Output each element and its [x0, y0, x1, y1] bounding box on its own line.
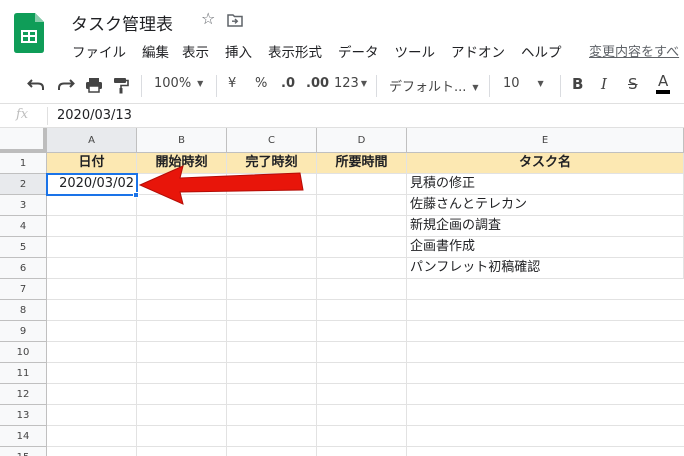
- zoom-select[interactable]: 100% ▼: [154, 76, 203, 91]
- column-header-d[interactable]: D: [317, 128, 407, 153]
- percent-format-button[interactable]: %: [255, 76, 267, 91]
- document-title[interactable]: タスク管理表: [71, 10, 173, 35]
- chevron-down-icon: ▼: [537, 79, 544, 88]
- row-header[interactable]: 4: [0, 216, 47, 237]
- paint-format-icon[interactable]: [113, 77, 129, 94]
- font-size-select[interactable]: 10 ▼: [503, 76, 553, 91]
- column-header-e[interactable]: E: [407, 128, 684, 153]
- font-select[interactable]: デフォルト... ▼: [389, 76, 479, 95]
- formula-input[interactable]: 2020/03/13: [57, 108, 132, 123]
- bold-button[interactable]: B: [572, 75, 583, 93]
- row-header[interactable]: 12: [0, 384, 47, 405]
- menu-data[interactable]: データ: [338, 41, 379, 61]
- increase-decimal-button[interactable]: .00: [306, 76, 329, 91]
- task-cell[interactable]: 佐藤さんとテレカン: [407, 195, 684, 216]
- menu-addons[interactable]: アドオン: [451, 41, 505, 61]
- row-header[interactable]: 10: [0, 342, 47, 363]
- task-cell[interactable]: 企画書作成: [407, 237, 684, 258]
- row-header[interactable]: 14: [0, 426, 47, 447]
- row-header[interactable]: 5: [0, 237, 47, 258]
- row-header[interactable]: 7: [0, 279, 47, 300]
- task-cell[interactable]: 見積の修正: [407, 174, 684, 195]
- zoom-value: 100%: [154, 76, 192, 91]
- column-header-a[interactable]: A: [47, 128, 137, 153]
- row-header[interactable]: 1: [0, 153, 47, 174]
- row-header[interactable]: 15: [0, 447, 47, 456]
- menu-insert[interactable]: 挿入: [225, 41, 252, 61]
- menu-edit[interactable]: 編集: [142, 41, 169, 61]
- fx-icon: fx: [16, 107, 29, 122]
- header-cell-start-time[interactable]: 開始時刻: [137, 153, 227, 174]
- row-header[interactable]: 9: [0, 321, 47, 342]
- chevron-down-icon: ▼: [197, 79, 204, 88]
- cell-a2-active[interactable]: 2020/03/02: [46, 173, 138, 196]
- task-cell[interactable]: パンフレット初稿確認: [407, 258, 684, 279]
- spreadsheet-grid[interactable]: A B C D E 1 2 3 4 5 6 7 8 9 10 11 12 13 …: [0, 128, 684, 456]
- row-header[interactable]: 11: [0, 363, 47, 384]
- toolbar: 100% ▼ ¥ % .0 .00 123 ▼ デフォルト... ▼ 10 ▼ B I …: [0, 66, 684, 104]
- menu-help[interactable]: ヘルプ: [521, 41, 562, 61]
- formula-bar: fx 2020/03/13: [0, 104, 684, 128]
- select-all-corner[interactable]: [0, 128, 47, 153]
- menu-format[interactable]: 表示形式: [268, 41, 322, 61]
- last-edit-link[interactable]: 変更内容をすべ: [589, 41, 679, 60]
- row-header[interactable]: 2: [0, 174, 47, 195]
- menu-view[interactable]: 表示: [182, 41, 209, 61]
- sheets-logo-icon[interactable]: [14, 13, 44, 53]
- chevron-down-icon: ▼: [472, 83, 479, 92]
- menu-bar: ファイル 編集 表示 挿入 表示形式 データ ツール アドオン ヘルプ: [72, 41, 578, 61]
- star-icon[interactable]: ☆: [201, 9, 215, 28]
- header-cell-date[interactable]: 日付: [47, 153, 137, 174]
- font-value: デフォルト...: [389, 80, 467, 95]
- italic-button[interactable]: I: [601, 75, 607, 93]
- font-size-value: 10: [503, 76, 520, 91]
- strikethrough-button[interactable]: S: [628, 75, 638, 93]
- menu-tools[interactable]: ツール: [395, 41, 436, 61]
- header-cell-task-name[interactable]: タスク名: [407, 153, 684, 174]
- more-formats-button[interactable]: 123 ▼: [334, 76, 367, 91]
- header-cell-end-time[interactable]: 完了時刻: [227, 153, 317, 174]
- more-formats-label: 123: [334, 76, 359, 91]
- text-color-button[interactable]: A: [656, 73, 671, 94]
- column-header-c[interactable]: C: [227, 128, 317, 153]
- column-header-b[interactable]: B: [137, 128, 227, 153]
- menu-file[interactable]: ファイル: [72, 41, 126, 61]
- undo-icon[interactable]: [27, 78, 45, 92]
- currency-format-button[interactable]: ¥: [228, 76, 236, 91]
- row-header[interactable]: 8: [0, 300, 47, 321]
- redo-icon[interactable]: [57, 78, 75, 92]
- row-header[interactable]: 13: [0, 405, 47, 426]
- row-header[interactable]: 3: [0, 195, 47, 216]
- fill-handle[interactable]: [133, 192, 139, 198]
- header-cell-duration[interactable]: 所要時間: [317, 153, 407, 174]
- task-cell[interactable]: 新規企画の調査: [407, 216, 684, 237]
- decrease-decimal-button[interactable]: .0: [281, 76, 295, 91]
- move-to-folder-icon[interactable]: [227, 13, 243, 27]
- row-header[interactable]: 6: [0, 258, 47, 279]
- print-icon[interactable]: [85, 77, 103, 93]
- chevron-down-icon: ▼: [360, 79, 367, 88]
